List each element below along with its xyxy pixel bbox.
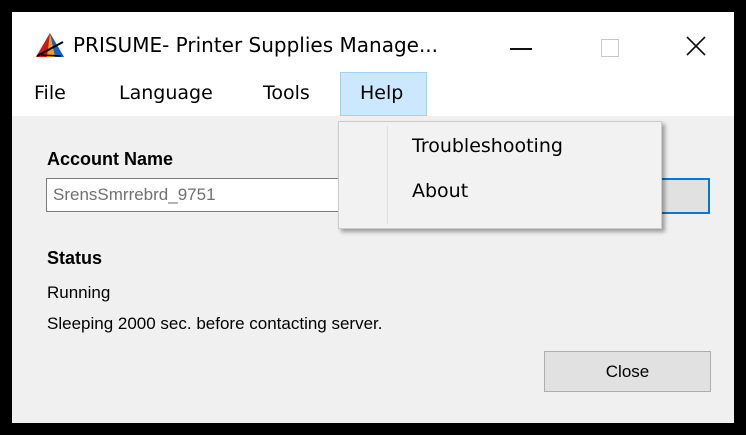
status-message: Sleeping 2000 sec. before contacting ser… <box>47 314 383 333</box>
maximize-button[interactable] <box>575 12 645 72</box>
maximize-icon <box>601 39 619 57</box>
app-window: PRISUME- Printer Supplies Manage... File… <box>12 12 734 423</box>
close-icon <box>686 36 706 56</box>
menu-gutter-divider <box>387 126 388 224</box>
status-label: Status <box>47 248 103 268</box>
minimize-button[interactable] <box>489 12 559 72</box>
menu-item-about[interactable]: About <box>412 180 468 202</box>
menu-help-label: Help <box>360 82 404 104</box>
close-button[interactable]: Close <box>544 351 711 392</box>
close-window-button[interactable] <box>660 12 730 72</box>
minimize-icon <box>510 48 532 50</box>
title-bar[interactable]: PRISUME- Printer Supplies Manage... <box>12 12 734 72</box>
menu-language[interactable]: Language <box>119 82 213 104</box>
account-name-label: Account Name <box>47 149 174 169</box>
prisume-app-icon <box>36 33 64 57</box>
menu-tools[interactable]: Tools <box>263 82 310 104</box>
window-title: PRISUME- Printer Supplies Manage... <box>73 33 439 57</box>
menu-help[interactable]: Help <box>340 72 427 116</box>
menu-file[interactable]: File <box>34 82 66 104</box>
help-dropdown-menu: Troubleshooting About <box>338 121 662 229</box>
menu-item-troubleshooting[interactable]: Troubleshooting <box>412 135 563 157</box>
account-name-field[interactable]: SrensSmrrebrd_9751 <box>46 178 342 212</box>
status-state: Running <box>47 283 111 302</box>
menu-bar: File Language Tools Help <box>12 72 734 116</box>
